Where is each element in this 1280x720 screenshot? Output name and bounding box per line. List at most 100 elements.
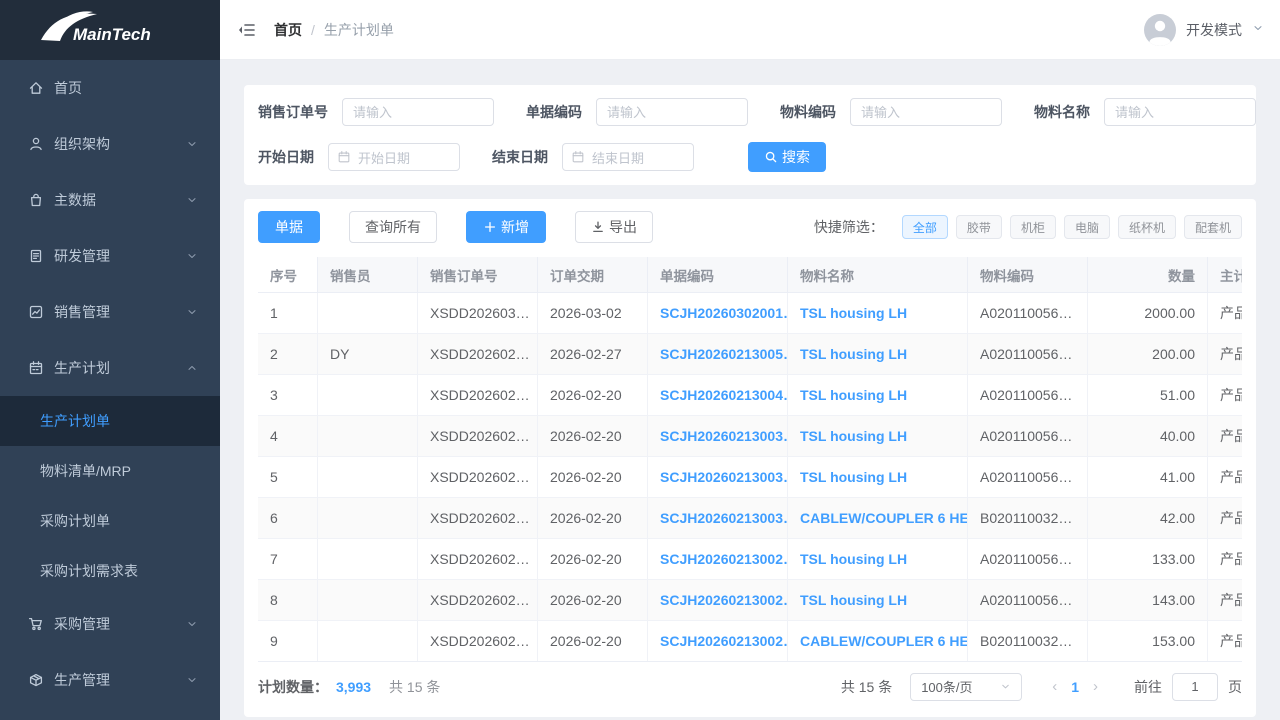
cell-sales — [318, 539, 418, 580]
cell-doc-link[interactable]: SCJH20260213005… — [648, 334, 788, 375]
doc-button[interactable]: 单据 — [258, 211, 320, 243]
calendar-icon — [571, 150, 585, 164]
table-row[interactable]: 6XSDD202602…2026-02-20SCJH20260213003…CA… — [258, 498, 1242, 539]
date-input[interactable]: 结束日期 — [562, 143, 694, 171]
cell-date: 2026-03-02 — [538, 293, 648, 334]
page-word: 页 — [1228, 677, 1242, 697]
goto-page-input[interactable] — [1172, 673, 1218, 701]
current-page[interactable]: 1 — [1071, 679, 1079, 695]
page-size-select[interactable]: 100条/页 — [910, 673, 1022, 701]
prev-page-button[interactable]: ‹ — [1052, 678, 1057, 695]
sidebar-fold-icon[interactable] — [236, 19, 258, 41]
cell-date: 2026-02-20 — [538, 375, 648, 416]
table-row[interactable]: 7XSDD202602…2026-02-20SCJH20260213002…TS… — [258, 539, 1242, 580]
sidebar-item[interactable]: 主数据 — [0, 172, 220, 228]
cell-code: A020110056… — [968, 334, 1088, 375]
quick-filter-chip[interactable]: 电脑 — [1064, 215, 1110, 239]
sidebar-subitem[interactable]: 物料清单/MRP — [0, 446, 220, 496]
filter-date-field: 结束日期 结束日期 — [492, 143, 694, 171]
sidebar-item[interactable]: 采购管理 — [0, 596, 220, 652]
next-page-button[interactable]: › — [1093, 678, 1098, 695]
add-button[interactable]: 新增 — [466, 211, 546, 243]
quick-filter-chip[interactable]: 全部 — [902, 215, 948, 239]
chevron-down-icon — [186, 306, 198, 318]
sidebar-item[interactable]: 研发管理 — [0, 228, 220, 284]
goto-label: 前往 — [1134, 677, 1162, 697]
filter-input[interactable] — [1104, 98, 1256, 126]
sidebar-item[interactable]: 生产管理 — [0, 652, 220, 708]
cell-order: XSDD202603… — [418, 293, 538, 334]
chart-icon — [28, 304, 44, 320]
quick-filter-chip[interactable]: 胶带 — [956, 215, 1002, 239]
cell-material-link[interactable]: CABLEW/COUPLER 6 HE — [788, 621, 968, 661]
chevron-down-icon — [186, 250, 198, 262]
plus-icon — [483, 220, 497, 234]
filter-input[interactable] — [342, 98, 494, 126]
cell-material-link[interactable]: TSL housing LH — [788, 539, 968, 580]
cell-material-link[interactable]: TSL housing LH — [788, 580, 968, 621]
quick-filter-chip[interactable]: 配套机 — [1184, 215, 1242, 239]
cell-doc-link[interactable]: SCJH20260213004… — [648, 375, 788, 416]
table-row[interactable]: 5XSDD202602…2026-02-20SCJH20260213003…TS… — [258, 457, 1242, 498]
query-all-button[interactable]: 查询所有 — [349, 211, 437, 243]
table-row[interactable]: 4XSDD202602…2026-02-20SCJH20260213003…TS… — [258, 416, 1242, 457]
sidebar-item[interactable]: 首页 — [0, 60, 220, 116]
cell-qty: 200.00 — [1088, 334, 1208, 375]
column-header: 销售订单号 — [418, 257, 538, 293]
cell-material-link[interactable]: CABLEW/COUPLER 6 HE — [788, 498, 968, 539]
filter-field: 销售订单号 — [258, 98, 494, 126]
cell-doc-link[interactable]: SCJH20260213003… — [648, 498, 788, 539]
cell-plan: 产品 — [1208, 457, 1242, 498]
cell-material-link[interactable]: TSL housing LH — [788, 334, 968, 375]
date-input[interactable]: 开始日期 — [328, 143, 460, 171]
cell-sales — [318, 498, 418, 539]
plan-qty-label: 计划数量： — [258, 677, 328, 697]
calendar-icon — [337, 150, 351, 164]
table-row[interactable]: 8XSDD202602…2026-02-20SCJH20260213002…TS… — [258, 580, 1242, 621]
cell-plan: 产品 — [1208, 498, 1242, 539]
sidebar-subitem[interactable]: 生产计划单 — [0, 396, 220, 446]
table-row[interactable]: 3XSDD202602…2026-02-20SCJH20260213004…TS… — [258, 375, 1242, 416]
cell-doc-link[interactable]: SCJH20260302001… — [648, 293, 788, 334]
export-button[interactable]: 导出 — [575, 211, 653, 243]
cell-no: 7 — [258, 539, 318, 580]
user-menu[interactable]: 开发模式 — [1144, 14, 1264, 46]
sidebar-subitem[interactable]: 采购计划单 — [0, 496, 220, 546]
sidebar-subitem[interactable]: 采购计划需求表 — [0, 546, 220, 596]
filter-input[interactable] — [596, 98, 748, 126]
cell-code: A020110056… — [968, 293, 1088, 334]
sidebar-item[interactable]: 组织架构 — [0, 116, 220, 172]
cell-sales — [318, 293, 418, 334]
cell-material-link[interactable]: TSL housing LH — [788, 293, 968, 334]
cell-doc-link[interactable]: SCJH20260213003… — [648, 457, 788, 498]
sidebar-item[interactable]: 销售管理 — [0, 284, 220, 340]
search-button[interactable]: 搜索 — [748, 142, 826, 172]
table-row[interactable]: 9XSDD202602…2026-02-20SCJH20260213002…CA… — [258, 621, 1242, 661]
table-header-row: 序号销售员销售订单号订单交期单据编码物料名称物料编码数量主计 — [258, 257, 1242, 293]
table-row[interactable]: 2DYXSDD202602…2026-02-27SCJH20260213005…… — [258, 334, 1242, 375]
cell-doc-link[interactable]: SCJH20260213002… — [648, 580, 788, 621]
quick-filter-chip[interactable]: 机柜 — [1010, 215, 1056, 239]
filter-input[interactable] — [850, 98, 1002, 126]
cell-doc-link[interactable]: SCJH20260213003… — [648, 416, 788, 457]
cell-material-link[interactable]: TSL housing LH — [788, 375, 968, 416]
cell-order: XSDD202602… — [418, 621, 538, 661]
cell-qty: 143.00 — [1088, 580, 1208, 621]
quick-filter-chip[interactable]: 纸杯机 — [1118, 215, 1176, 239]
column-header: 销售员 — [318, 257, 418, 293]
download-icon — [591, 220, 605, 234]
filter-field: 物料编码 — [780, 98, 1002, 126]
cell-sales: DY — [318, 334, 418, 375]
cell-material-link[interactable]: TSL housing LH — [788, 457, 968, 498]
cell-qty: 133.00 — [1088, 539, 1208, 580]
cell-doc-link[interactable]: SCJH20260213002… — [648, 621, 788, 661]
sidebar-item[interactable]: 生产计划 — [0, 340, 220, 396]
breadcrumb-home[interactable]: 首页 — [274, 20, 302, 40]
cell-material-link[interactable]: TSL housing LH — [788, 416, 968, 457]
cell-doc-link[interactable]: SCJH20260213002… — [648, 539, 788, 580]
cell-order: XSDD202602… — [418, 457, 538, 498]
column-header: 主计 — [1208, 257, 1242, 293]
pagination: 共 15 条 100条/页 ‹ 1 › 前往 页 — [841, 673, 1242, 701]
chevron-down-icon — [186, 138, 198, 150]
table-row[interactable]: 1XSDD202603…2026-03-02SCJH20260302001…TS… — [258, 293, 1242, 334]
